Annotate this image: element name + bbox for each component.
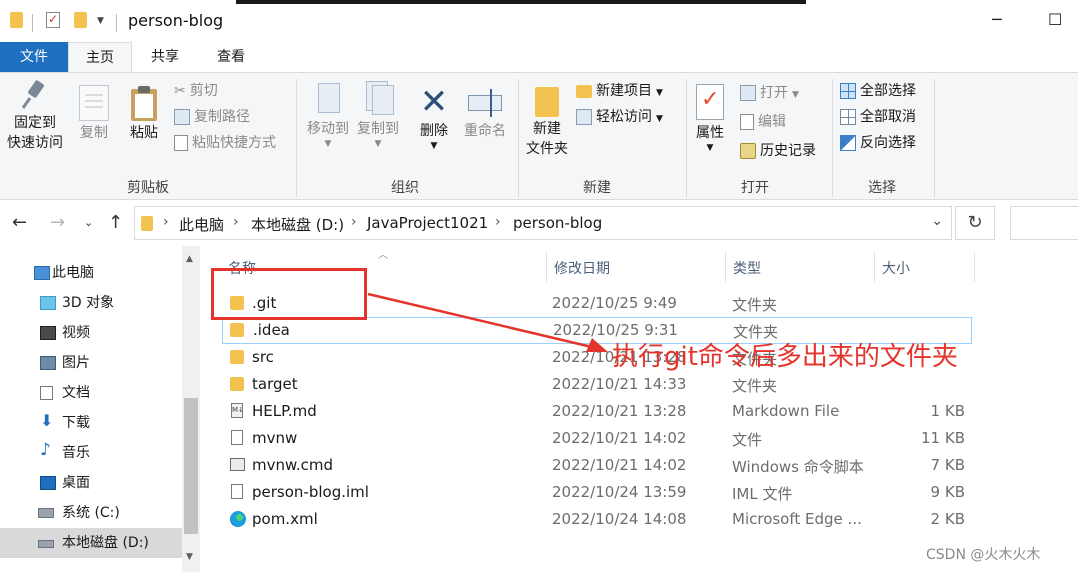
annotation-arrow-head <box>586 338 608 352</box>
annotation-text: 执行git命令后多出来的文件夹 <box>612 342 958 372</box>
watermark: CSDN @火木火木 <box>926 547 1041 563</box>
annotation-arrow-line <box>367 292 597 350</box>
annotation-arrow <box>367 292 608 352</box>
